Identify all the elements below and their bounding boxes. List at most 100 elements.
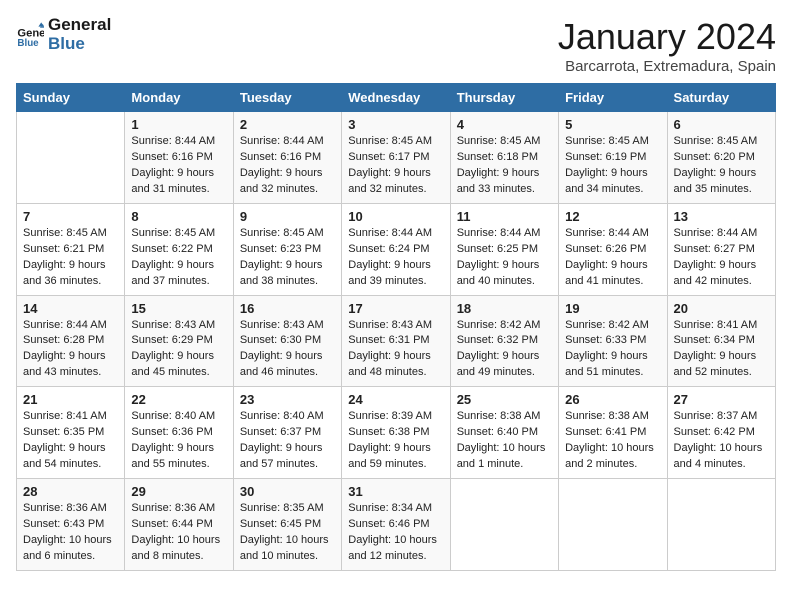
sunrise-text: Sunrise: 8:34 AM: [348, 502, 432, 514]
day-number: 26: [565, 392, 660, 407]
daylight-text: Daylight: 10 hours and 2 minutes.: [565, 442, 654, 470]
day-number: 5: [565, 117, 660, 132]
day-number: 22: [131, 392, 226, 407]
day-number: 9: [240, 209, 335, 224]
sunrise-text: Sunrise: 8:40 AM: [240, 410, 324, 422]
cell-info: Sunrise: 8:44 AM Sunset: 6:25 PM Dayligh…: [457, 226, 552, 290]
sunset-text: Sunset: 6:38 PM: [348, 426, 429, 438]
day-number: 24: [348, 392, 443, 407]
cell-info: Sunrise: 8:44 AM Sunset: 6:28 PM Dayligh…: [23, 318, 118, 382]
sunset-text: Sunset: 6:43 PM: [23, 518, 104, 530]
sunrise-text: Sunrise: 8:43 AM: [240, 319, 324, 331]
sunrise-text: Sunrise: 8:45 AM: [240, 227, 324, 239]
day-number: 11: [457, 209, 552, 224]
week-row-5: 28 Sunrise: 8:36 AM Sunset: 6:43 PM Dayl…: [17, 479, 776, 571]
daylight-text: Daylight: 9 hours and 55 minutes.: [131, 442, 214, 470]
cell-info: Sunrise: 8:45 AM Sunset: 6:23 PM Dayligh…: [240, 226, 335, 290]
daylight-text: Daylight: 9 hours and 52 minutes.: [674, 350, 757, 378]
daylight-text: Daylight: 9 hours and 45 minutes.: [131, 350, 214, 378]
daylight-text: Daylight: 9 hours and 39 minutes.: [348, 259, 431, 287]
calendar-cell: 11 Sunrise: 8:44 AM Sunset: 6:25 PM Dayl…: [450, 203, 558, 295]
calendar-cell: 5 Sunrise: 8:45 AM Sunset: 6:19 PM Dayli…: [559, 112, 667, 204]
month-title: January 2024: [558, 16, 776, 58]
cell-info: Sunrise: 8:45 AM Sunset: 6:18 PM Dayligh…: [457, 134, 552, 198]
cell-info: Sunrise: 8:39 AM Sunset: 6:38 PM Dayligh…: [348, 409, 443, 473]
calendar-cell: 10 Sunrise: 8:44 AM Sunset: 6:24 PM Dayl…: [342, 203, 450, 295]
calendar-cell: 21 Sunrise: 8:41 AM Sunset: 6:35 PM Dayl…: [17, 387, 125, 479]
daylight-text: Daylight: 9 hours and 37 minutes.: [131, 259, 214, 287]
sunrise-text: Sunrise: 8:37 AM: [674, 410, 758, 422]
daylight-text: Daylight: 9 hours and 42 minutes.: [674, 259, 757, 287]
sunrise-text: Sunrise: 8:38 AM: [457, 410, 541, 422]
calendar-cell: 15 Sunrise: 8:43 AM Sunset: 6:29 PM Dayl…: [125, 295, 233, 387]
logo-line1: General: [48, 16, 111, 35]
daylight-text: Daylight: 9 hours and 51 minutes.: [565, 350, 648, 378]
sunrise-text: Sunrise: 8:39 AM: [348, 410, 432, 422]
sunrise-text: Sunrise: 8:44 AM: [674, 227, 758, 239]
cell-info: Sunrise: 8:40 AM Sunset: 6:36 PM Dayligh…: [131, 409, 226, 473]
daylight-text: Daylight: 9 hours and 31 minutes.: [131, 167, 214, 195]
week-row-1: 1 Sunrise: 8:44 AM Sunset: 6:16 PM Dayli…: [17, 112, 776, 204]
calendar-cell: 18 Sunrise: 8:42 AM Sunset: 6:32 PM Dayl…: [450, 295, 558, 387]
sunrise-text: Sunrise: 8:45 AM: [457, 135, 541, 147]
cell-info: Sunrise: 8:41 AM Sunset: 6:34 PM Dayligh…: [674, 318, 769, 382]
sunset-text: Sunset: 6:42 PM: [674, 426, 755, 438]
calendar-cell: [559, 479, 667, 571]
day-number: 18: [457, 301, 552, 316]
calendar-cell: 22 Sunrise: 8:40 AM Sunset: 6:36 PM Dayl…: [125, 387, 233, 479]
calendar-cell: 7 Sunrise: 8:45 AM Sunset: 6:21 PM Dayli…: [17, 203, 125, 295]
sunrise-text: Sunrise: 8:44 AM: [565, 227, 649, 239]
day-number: 28: [23, 484, 118, 499]
daylight-text: Daylight: 9 hours and 59 minutes.: [348, 442, 431, 470]
sunset-text: Sunset: 6:16 PM: [240, 151, 321, 163]
sunrise-text: Sunrise: 8:38 AM: [565, 410, 649, 422]
calendar-cell: 12 Sunrise: 8:44 AM Sunset: 6:26 PM Dayl…: [559, 203, 667, 295]
day-number: 14: [23, 301, 118, 316]
day-number: 19: [565, 301, 660, 316]
sunset-text: Sunset: 6:19 PM: [565, 151, 646, 163]
day-number: 3: [348, 117, 443, 132]
sunrise-text: Sunrise: 8:45 AM: [348, 135, 432, 147]
day-number: 1: [131, 117, 226, 132]
day-header-friday: Friday: [559, 84, 667, 112]
sunrise-text: Sunrise: 8:45 AM: [565, 135, 649, 147]
day-number: 15: [131, 301, 226, 316]
daylight-text: Daylight: 9 hours and 36 minutes.: [23, 259, 106, 287]
sunrise-text: Sunrise: 8:44 AM: [348, 227, 432, 239]
sunset-text: Sunset: 6:29 PM: [131, 334, 212, 346]
daylight-text: Daylight: 10 hours and 12 minutes.: [348, 534, 437, 562]
calendar-cell: 3 Sunrise: 8:45 AM Sunset: 6:17 PM Dayli…: [342, 112, 450, 204]
sunset-text: Sunset: 6:34 PM: [674, 334, 755, 346]
cell-info: Sunrise: 8:37 AM Sunset: 6:42 PM Dayligh…: [674, 409, 769, 473]
logo: General Blue General Blue: [16, 16, 111, 53]
calendar-cell: 14 Sunrise: 8:44 AM Sunset: 6:28 PM Dayl…: [17, 295, 125, 387]
day-number: 2: [240, 117, 335, 132]
sunset-text: Sunset: 6:32 PM: [457, 334, 538, 346]
day-number: 16: [240, 301, 335, 316]
day-header-sunday: Sunday: [17, 84, 125, 112]
daylight-text: Daylight: 10 hours and 8 minutes.: [131, 534, 220, 562]
calendar-cell: 6 Sunrise: 8:45 AM Sunset: 6:20 PM Dayli…: [667, 112, 775, 204]
day-number: 20: [674, 301, 769, 316]
calendar-cell: 28 Sunrise: 8:36 AM Sunset: 6:43 PM Dayl…: [17, 479, 125, 571]
daylight-text: Daylight: 9 hours and 41 minutes.: [565, 259, 648, 287]
sunset-text: Sunset: 6:36 PM: [131, 426, 212, 438]
calendar-cell: 20 Sunrise: 8:41 AM Sunset: 6:34 PM Dayl…: [667, 295, 775, 387]
calendar-cell: [450, 479, 558, 571]
calendar-cell: 13 Sunrise: 8:44 AM Sunset: 6:27 PM Dayl…: [667, 203, 775, 295]
sunset-text: Sunset: 6:46 PM: [348, 518, 429, 530]
sunrise-text: Sunrise: 8:36 AM: [131, 502, 215, 514]
day-number: 13: [674, 209, 769, 224]
sunrise-text: Sunrise: 8:36 AM: [23, 502, 107, 514]
calendar-cell: 9 Sunrise: 8:45 AM Sunset: 6:23 PM Dayli…: [233, 203, 341, 295]
cell-info: Sunrise: 8:45 AM Sunset: 6:21 PM Dayligh…: [23, 226, 118, 290]
sunset-text: Sunset: 6:22 PM: [131, 243, 212, 255]
daylight-text: Daylight: 9 hours and 35 minutes.: [674, 167, 757, 195]
sunrise-text: Sunrise: 8:44 AM: [457, 227, 541, 239]
day-number: 21: [23, 392, 118, 407]
daylight-text: Daylight: 9 hours and 38 minutes.: [240, 259, 323, 287]
sunset-text: Sunset: 6:23 PM: [240, 243, 321, 255]
day-header-thursday: Thursday: [450, 84, 558, 112]
daylight-text: Daylight: 9 hours and 32 minutes.: [348, 167, 431, 195]
daylight-text: Daylight: 9 hours and 49 minutes.: [457, 350, 540, 378]
